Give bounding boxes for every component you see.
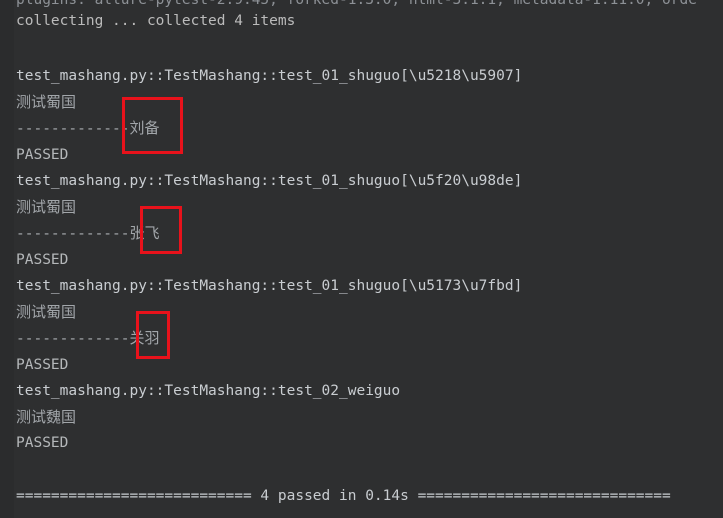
console-left-gutter — [0, 0, 14, 518]
separator-dashes-1: ------------- — [16, 121, 130, 137]
test-nodeid-1: test_mashang.py::TestMashang::test_01_sh… — [16, 68, 523, 84]
test-separator-line-2: -------------张飞 — [16, 224, 160, 243]
terminal-console: plugins: allure-pytest-2.9.45, forked-1.… — [0, 0, 723, 518]
test-stdout-4: 测试魏国 — [16, 408, 77, 426]
test-outcome-2: PASSED — [16, 252, 69, 268]
test-separator-line-1: -------------刘备 — [16, 119, 160, 138]
test-outcome-4: PASSED — [16, 435, 69, 451]
summary-line: =========================== 4 passed in … — [16, 488, 671, 504]
test-stdout-1: 测试蜀国 — [16, 93, 77, 111]
test-param-value-1: 刘备 — [129, 119, 160, 137]
separator-dashes-3: ------------- — [16, 331, 130, 347]
test-param-value-2: 张飞 — [129, 224, 160, 242]
test-outcome-1: PASSED — [16, 147, 69, 163]
test-separator-line-3: -------------关羽 — [16, 329, 160, 348]
test-param-value-3: 关羽 — [129, 329, 160, 347]
plugins-header-line: plugins: allure-pytest-2.9.45, forked-1.… — [16, 0, 697, 8]
test-nodeid-4: test_mashang.py::TestMashang::test_02_we… — [16, 383, 401, 399]
test-outcome-3: PASSED — [16, 357, 69, 373]
test-nodeid-3: test_mashang.py::TestMashang::test_01_sh… — [16, 278, 523, 294]
separator-dashes-2: ------------- — [16, 226, 130, 242]
test-stdout-2: 测试蜀国 — [16, 198, 77, 216]
collecting-line: collecting ... collected 4 items — [16, 13, 296, 29]
test-nodeid-2: test_mashang.py::TestMashang::test_01_sh… — [16, 173, 523, 189]
test-stdout-3: 测试蜀国 — [16, 303, 77, 321]
